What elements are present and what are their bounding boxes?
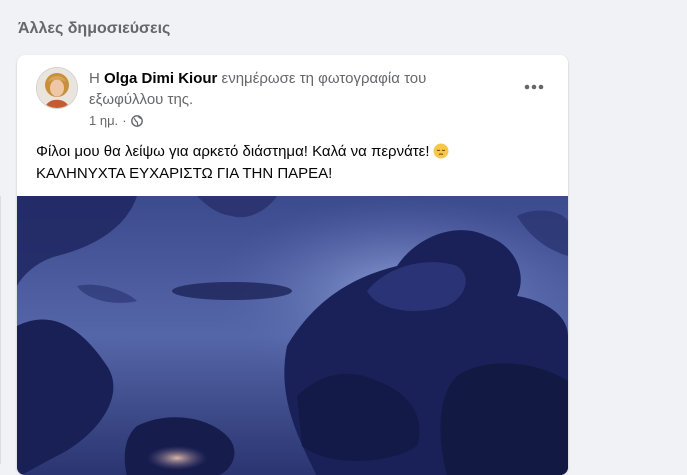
cover-photo[interactable] (17, 196, 568, 475)
pensive-face-emoji-icon (433, 143, 449, 159)
post-header: Η Olga Dimi Kiour ενημέρωσε τη φωτογραφί… (89, 68, 479, 110)
avatar-image (37, 68, 77, 108)
author-name-link[interactable]: Olga Dimi Kiour (104, 70, 217, 87)
post-card: Η Olga Dimi Kiour ενημέρωσε τη φωτογραφί… (17, 55, 568, 475)
post-message: Φίλοι μου θα λείψω για αρκετό διάστημα! … (36, 141, 546, 185)
header-prefix: Η (89, 70, 100, 87)
avatar[interactable] (36, 67, 78, 109)
more-options-button[interactable] (516, 73, 552, 101)
left-divider (0, 196, 1, 464)
post-message-line2: ΚΑΛΗΝΥΧΤΑ ΕΥΧΑΡΙΣΤΩ ΓΙΑ ΤΗΝ ΠΑΡΕΑ! (36, 165, 333, 182)
post-message-line1-text: Φίλοι μου θα λείψω για αρκετό διάστημα! … (36, 143, 430, 160)
meta-separator: · (122, 113, 127, 128)
post-meta: 1 ημ. · (89, 113, 143, 128)
cover-photo-image (17, 196, 568, 475)
post-timestamp[interactable]: 1 ημ. (89, 113, 118, 128)
more-options-icon (524, 84, 544, 90)
post-message-line1: Φίλοι μου θα λείψω για αρκετό διάστημα! … (36, 141, 546, 163)
other-posts-heading: Άλλες δημοσιεύσεις (18, 20, 171, 37)
globe-icon[interactable] (130, 114, 143, 127)
